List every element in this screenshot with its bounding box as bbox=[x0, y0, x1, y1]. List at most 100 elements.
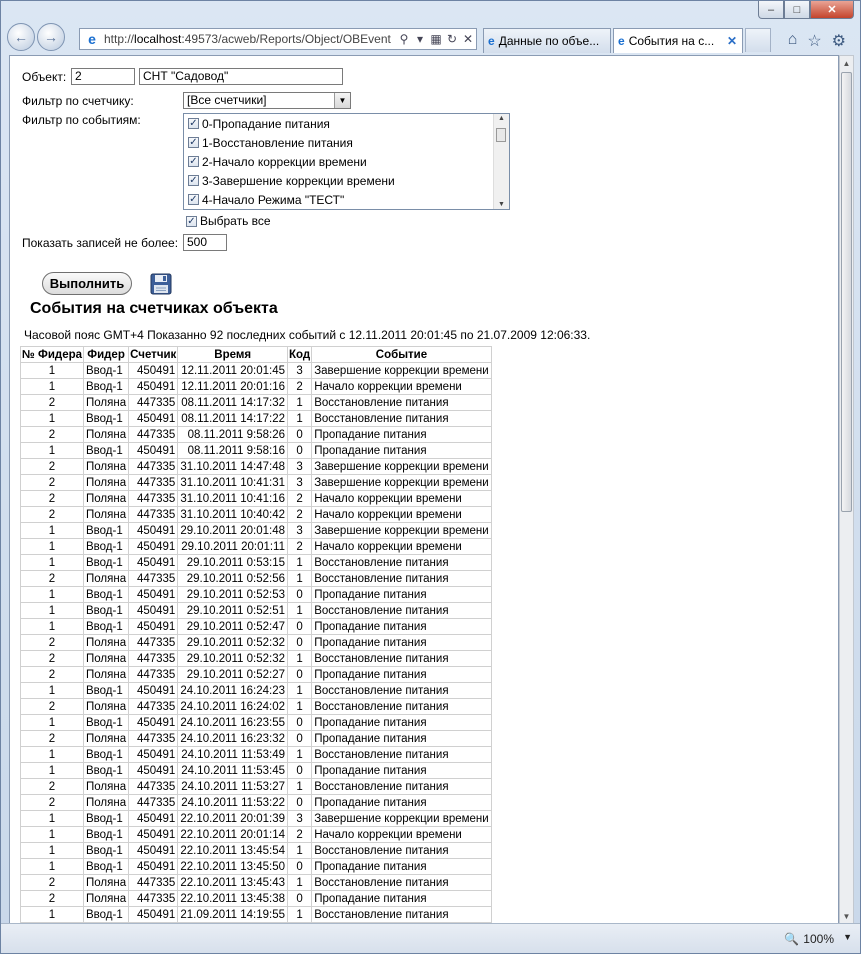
table-cell: 1 bbox=[19, 906, 85, 923]
table-cell: 24.10.2011 11:53:22 bbox=[177, 794, 288, 811]
chevron-down-icon[interactable]: ▼ bbox=[334, 93, 350, 108]
tab-data-object[interactable]: e Данные по объе... bbox=[483, 28, 611, 53]
zoom-magnifier-icon: 🔍 bbox=[784, 932, 800, 946]
table-row: 1 Ввод-1 450491 22.10.2011 13:45:54 1 Восстан… bbox=[19, 842, 492, 859]
scroll-thumb[interactable] bbox=[496, 128, 506, 142]
address-bar[interactable]: e http://localhost:49573/acweb/Reports/O… bbox=[79, 28, 477, 50]
table-cell: Начало коррекции времени bbox=[311, 378, 492, 395]
scroll-up-icon[interactable]: ▲ bbox=[840, 56, 853, 71]
table-cell: 24.10.2011 16:24:23 bbox=[177, 682, 288, 699]
gear-icon[interactable]: ⚙ bbox=[832, 31, 846, 51]
table-cell: 447335 bbox=[128, 506, 179, 523]
table-cell: Ввод-1 bbox=[83, 378, 130, 395]
table-cell: Восстановление питания bbox=[311, 778, 492, 795]
table-cell: 12.11.2011 20:01:45 bbox=[177, 362, 288, 379]
minimize-button[interactable]: – bbox=[758, 1, 784, 19]
table-cell: Ввод-1 bbox=[83, 842, 130, 859]
table-cell: 1 bbox=[19, 410, 85, 427]
table-cell: 1 bbox=[19, 362, 85, 379]
table-row: 2 Поляна 447335 29.10.2011 0:52:56 1 Восстано… bbox=[19, 570, 492, 587]
new-tab-button[interactable] bbox=[745, 28, 771, 52]
checkbox[interactable]: ✓ bbox=[188, 194, 199, 205]
table-cell: 1 bbox=[19, 714, 85, 731]
dropdown-icon[interactable]: ▾ bbox=[412, 32, 428, 46]
table-cell: Восстановление питания bbox=[311, 906, 492, 923]
maximize-button[interactable]: □ bbox=[784, 1, 810, 19]
forward-button[interactable]: → bbox=[37, 23, 65, 51]
close-tab-icon[interactable]: ✕ bbox=[727, 34, 737, 48]
event-option-2[interactable]: ✓ 2-Начало коррекции времени bbox=[184, 152, 509, 171]
table-cell: 2 bbox=[286, 538, 313, 555]
event-option-0[interactable]: ✓ 0-Пропадание питания bbox=[184, 114, 509, 133]
favorites-star-icon[interactable]: ☆ bbox=[807, 31, 821, 51]
zoom-control[interactable]: 🔍 100% ▼ bbox=[784, 932, 852, 946]
close-window-button[interactable]: ✕ bbox=[810, 1, 854, 19]
table-cell: Поляна bbox=[83, 890, 130, 907]
table-cell: 450491 bbox=[128, 362, 179, 379]
event-option-1[interactable]: ✓ 1-Восстановление питания bbox=[184, 133, 509, 152]
scroll-up-icon[interactable]: ▲ bbox=[494, 115, 509, 122]
table-cell: 450491 bbox=[128, 618, 179, 635]
table-cell: Пропадание питания bbox=[311, 730, 492, 747]
table-cell: 450491 bbox=[128, 810, 179, 827]
table-cell: 2 bbox=[286, 826, 313, 843]
table-cell: 1 bbox=[19, 538, 85, 555]
browser-window: – □ ✕ ← → e http://localhost:49573/acweb… bbox=[0, 0, 861, 954]
select-all-option[interactable]: ✓ Выбрать все bbox=[186, 214, 271, 228]
table-cell: 22.10.2011 13:45:50 bbox=[177, 858, 288, 875]
table-row: 1 Ввод-1 450491 24.10.2011 16:24:23 1 Восстан… bbox=[19, 682, 492, 699]
table-row: 2 Поляна 447335 29.10.2011 0:52:32 1 Восстано… bbox=[19, 650, 492, 667]
table-cell: 0 bbox=[286, 762, 313, 779]
event-option-3[interactable]: ✓ 3-Завершение коррекции времени bbox=[184, 171, 509, 190]
checkbox[interactable]: ✓ bbox=[188, 175, 199, 186]
object-name-input[interactable]: СНТ "Садовод" bbox=[139, 68, 343, 85]
checkbox[interactable]: ✓ bbox=[188, 118, 199, 129]
object-id-input[interactable]: 2 bbox=[71, 68, 135, 85]
table-cell: Поляна bbox=[83, 474, 130, 491]
meter-filter-select[interactable]: [Все счетчики] ▼ bbox=[183, 92, 351, 109]
chevron-down-icon[interactable]: ▼ bbox=[843, 932, 852, 942]
table-cell: 0 bbox=[286, 858, 313, 875]
table-cell: 450491 bbox=[128, 602, 179, 619]
tab-events[interactable]: e События на с... ✕ bbox=[613, 28, 743, 53]
scroll-thumb[interactable] bbox=[841, 72, 852, 512]
table-cell: 450491 bbox=[128, 554, 179, 571]
limit-input[interactable]: 500 bbox=[183, 234, 227, 251]
table-cell: 2 bbox=[19, 650, 85, 667]
refresh-icon[interactable]: ↻ bbox=[444, 32, 460, 46]
event-option-4[interactable]: ✓ 4-Начало Режима "ТЕСТ" bbox=[184, 190, 509, 209]
compat-view-icon[interactable]: ▦ bbox=[428, 32, 444, 46]
table-cell: 1 bbox=[286, 746, 313, 763]
run-button[interactable]: Выполнить bbox=[42, 272, 132, 295]
table-row: 1 Ввод-1 450491 29.10.2011 0:53:15 1 Восстано… bbox=[19, 554, 492, 571]
table-cell: Начало коррекции времени bbox=[311, 506, 492, 523]
list-scrollbar[interactable]: ▲ ▼ bbox=[493, 114, 509, 209]
table-row: 1 Ввод-1 450491 29.10.2011 0:52:47 0 Пропадан… bbox=[19, 618, 492, 635]
checkbox[interactable]: ✓ bbox=[188, 137, 199, 148]
table-cell: Начало коррекции времени bbox=[311, 490, 492, 507]
table-cell: 450491 bbox=[128, 762, 179, 779]
search-icon[interactable]: ⚲ bbox=[396, 32, 412, 46]
table-cell: 2 bbox=[286, 506, 313, 523]
table-cell: 22.10.2011 13:45:54 bbox=[177, 842, 288, 859]
table-row: 2 Поляна 447335 22.10.2011 13:45:43 1 Восстан… bbox=[19, 874, 492, 891]
table-row: 1 Ввод-1 450491 22.10.2011 20:01:14 2 Начало … bbox=[19, 826, 492, 843]
scroll-down-icon[interactable]: ▼ bbox=[840, 909, 853, 924]
table-cell: 450491 bbox=[128, 842, 179, 859]
toolbar-icons: ⌂ ☆ ⚙ bbox=[788, 31, 846, 51]
home-icon[interactable]: ⌂ bbox=[788, 31, 798, 51]
select-all-checkbox[interactable]: ✓ bbox=[186, 215, 197, 227]
table-cell: 29.10.2011 0:53:15 bbox=[177, 554, 288, 571]
table-cell: 0 bbox=[286, 442, 313, 459]
checkbox[interactable]: ✓ bbox=[188, 156, 199, 167]
event-filter-list[interactable]: ✓ 0-Пропадание питания ✓ 1-Восстановление … bbox=[183, 113, 510, 210]
save-floppy-icon[interactable] bbox=[150, 273, 172, 295]
stop-icon[interactable]: ✕ bbox=[460, 32, 476, 46]
scroll-down-icon[interactable]: ▼ bbox=[494, 201, 509, 208]
table-cell: Восстановление питания bbox=[311, 842, 492, 859]
back-button[interactable]: ← bbox=[7, 23, 35, 51]
page-scrollbar[interactable]: ▲ ▼ bbox=[839, 55, 854, 925]
address-url[interactable]: http://localhost:49573/acweb/Reports/Obj… bbox=[104, 32, 396, 46]
table-cell: Ввод-1 bbox=[83, 538, 130, 555]
table-cell: 24.10.2011 16:24:02 bbox=[177, 698, 288, 715]
